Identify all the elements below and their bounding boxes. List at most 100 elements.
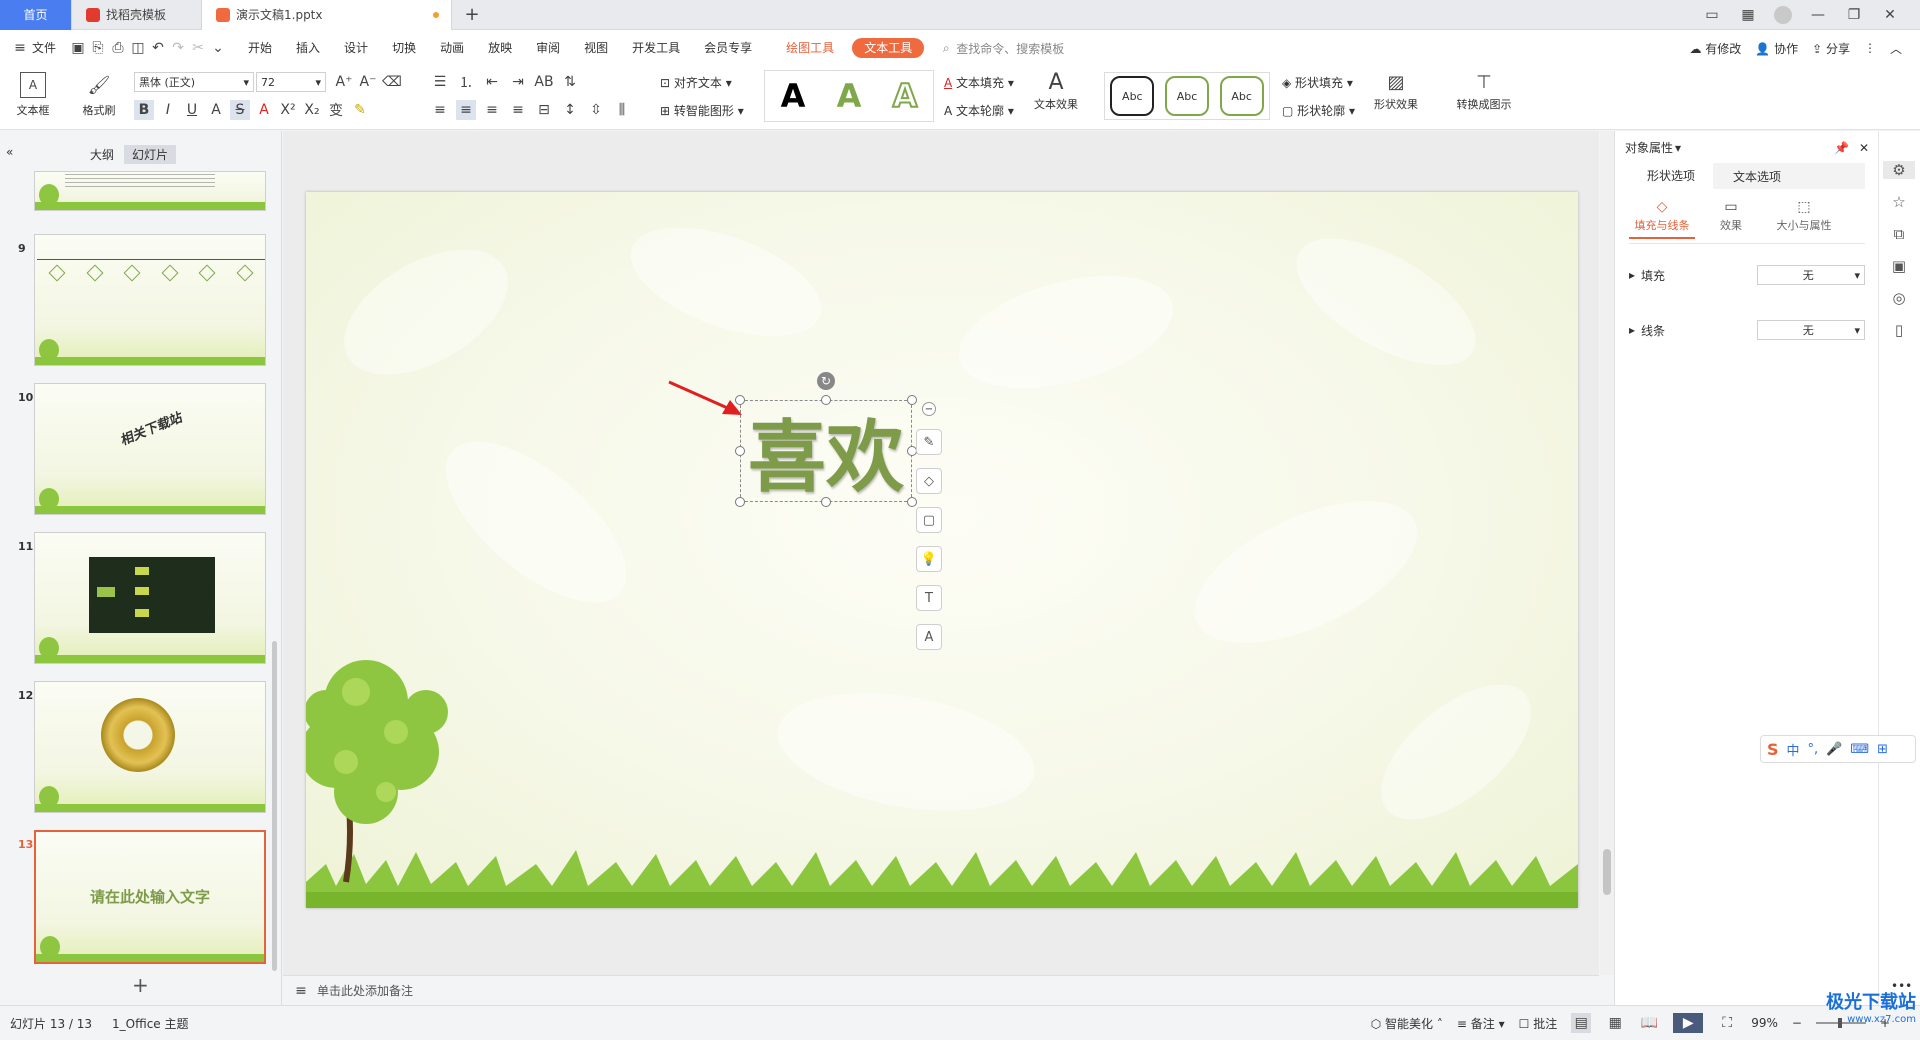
menu-tab[interactable]: 会员专享: [692, 30, 764, 66]
restore-icon[interactable]: ❐: [1844, 5, 1864, 25]
slide-thumb-9[interactable]: [34, 234, 266, 366]
tab-shape-options[interactable]: 形状选项: [1629, 163, 1714, 189]
line-select[interactable]: 无 ▾: [1757, 320, 1865, 340]
menu-tab[interactable]: 插入: [284, 30, 332, 66]
canvas-scroll-thumb[interactable]: [1603, 849, 1611, 895]
menu-tab[interactable]: 开发工具: [620, 30, 692, 66]
collapse-toolbar-icon[interactable]: −: [922, 402, 936, 416]
mic-icon[interactable]: 🎤: [1826, 742, 1842, 757]
resize-handle[interactable]: [907, 497, 917, 507]
fill-bucket-icon[interactable]: ◇: [916, 468, 942, 494]
slide-thumb-11[interactable]: [34, 532, 266, 664]
outline-box-icon[interactable]: ▢: [916, 507, 942, 533]
ime-toolbar[interactable]: S 中 °, 🎤 ⌨ ⊞: [1760, 735, 1916, 763]
text-outline-button[interactable]: A 文本轮廓 ▾: [944, 102, 1014, 119]
panel-title[interactable]: 对象属性: [1625, 139, 1673, 156]
convert-text-icon[interactable]: T: [916, 585, 942, 611]
export-icon[interactable]: ⎘: [88, 38, 108, 58]
notes-bar[interactable]: ≡ 单击此处添加备注: [283, 975, 1599, 1005]
align-center-icon[interactable]: ≡: [456, 100, 476, 120]
eraser-icon[interactable]: ⌫: [382, 72, 402, 92]
lightbulb-icon[interactable]: 💡: [916, 546, 942, 572]
notes-placeholder[interactable]: 单击此处添加备注: [317, 982, 413, 999]
preview-icon[interactable]: ◫: [128, 38, 148, 58]
layout-icon[interactable]: ▭: [1702, 5, 1722, 25]
slide-main-text[interactable]: 喜欢: [740, 400, 912, 503]
menu-tab[interactable]: 放映: [476, 30, 524, 66]
strikethrough-icon[interactable]: S: [230, 100, 250, 120]
shape-style-3[interactable]: Abc: [1219, 76, 1264, 116]
phonetic-icon[interactable]: 变: [326, 100, 346, 120]
punct-icon[interactable]: °,: [1808, 742, 1819, 757]
copy-icon[interactable]: ⧉: [1894, 225, 1905, 243]
text-effect-float-icon[interactable]: A: [916, 624, 942, 650]
tab-document[interactable]: 演示文稿1.pptx: [202, 0, 452, 30]
fill-row[interactable]: ▸ 填充 无 ▾: [1629, 265, 1865, 285]
more-icon[interactable]: ⌄: [208, 38, 228, 58]
outline-a-icon[interactable]: A: [206, 100, 226, 120]
tab-template[interactable]: 找稻壳模板: [72, 0, 202, 30]
pin-icon[interactable]: 📌: [1834, 141, 1849, 155]
menu-file[interactable]: 文件: [30, 30, 68, 66]
indent-decrease-icon[interactable]: ⇤: [482, 72, 502, 92]
subtab-effect[interactable]: ▭ 效果: [1711, 197, 1751, 233]
keyboard-icon[interactable]: ⌨: [1850, 742, 1869, 757]
menu-text-tools[interactable]: 文本工具: [852, 38, 925, 58]
play-icon[interactable]: ▶: [1673, 1013, 1704, 1033]
convert-diagram-button[interactable]: ⊤ 转换成图示: [1446, 72, 1522, 112]
subscript-icon[interactable]: X₂: [302, 100, 322, 120]
text-direction-icon[interactable]: AB: [534, 72, 554, 92]
underline-icon[interactable]: U: [182, 100, 202, 120]
indent-increase-icon[interactable]: ⇥: [508, 72, 528, 92]
sort-icon[interactable]: ⇅: [560, 72, 580, 92]
subtab-fill-line[interactable]: ◇ 填充与线条: [1629, 197, 1695, 239]
normal-view-icon[interactable]: ▤: [1571, 1013, 1592, 1033]
text-effect-button[interactable]: A 文本效果: [1028, 70, 1084, 112]
shrink-font-icon[interactable]: A⁻: [358, 72, 378, 92]
font-color-icon[interactable]: A: [254, 100, 274, 120]
notes-button[interactable]: ≡ 备注 ▾: [1457, 1015, 1505, 1032]
resize-handle[interactable]: [907, 395, 917, 405]
align-text-button[interactable]: ⊡ 对齐文本 ▾: [660, 74, 732, 91]
close-icon[interactable]: ✕: [1880, 5, 1900, 25]
location-icon[interactable]: ◎: [1892, 289, 1905, 307]
font-size-select[interactable]: 72 ▾: [256, 72, 326, 92]
format-painter-button[interactable]: 🖌 格式刷: [76, 72, 122, 118]
justify-icon[interactable]: ≡: [508, 100, 528, 120]
redo-icon[interactable]: ↷: [168, 38, 188, 58]
italic-icon[interactable]: I: [158, 100, 178, 120]
menu-tab[interactable]: 设计: [332, 30, 380, 66]
number-list-icon[interactable]: ⒈: [456, 72, 476, 92]
shape-fill-button[interactable]: ◈ 形状填充 ▾: [1282, 74, 1353, 91]
subtab-size[interactable]: ⬚ 大小与属性: [1769, 197, 1839, 233]
properties-icon[interactable]: ⚙: [1883, 161, 1915, 179]
highlight-icon[interactable]: ✎: [350, 100, 370, 120]
undo-icon[interactable]: ↶: [148, 38, 168, 58]
collapse-panel-icon[interactable]: «: [6, 145, 13, 159]
slide[interactable]: 喜欢 ↻ − ✎ ◇ ▢ 💡 T A: [306, 192, 1578, 908]
fit-icon[interactable]: ⛶: [1717, 1013, 1737, 1033]
theme-name[interactable]: 1_Office 主题: [112, 1015, 188, 1032]
para-spacing-icon[interactable]: ⇳: [586, 100, 606, 120]
bullet-list-icon[interactable]: ☰: [430, 72, 450, 92]
comment-button[interactable]: ☐ 批注: [1519, 1015, 1558, 1032]
menu-tab[interactable]: 开始: [236, 30, 284, 66]
superscript-icon[interactable]: X²: [278, 100, 298, 120]
pen-icon[interactable]: ✎: [916, 429, 942, 455]
sorter-view-icon[interactable]: ▦: [1605, 1013, 1625, 1033]
tab-text-options[interactable]: 文本选项: [1713, 168, 1801, 185]
tab-slides[interactable]: 幻灯片: [124, 145, 177, 164]
slide-thumb-12[interactable]: [34, 681, 266, 813]
grid-icon[interactable]: ▦: [1738, 5, 1758, 25]
shape-style-2[interactable]: Abc: [1164, 76, 1209, 116]
rotate-handle-icon[interactable]: ↻: [817, 372, 835, 390]
apps-icon[interactable]: ⊞: [1877, 742, 1888, 757]
menu-tab[interactable]: 动画: [428, 30, 476, 66]
avatar[interactable]: [1774, 5, 1792, 24]
bold-icon[interactable]: B: [134, 100, 154, 120]
resize-handle[interactable]: [821, 497, 831, 507]
collapse-ribbon-icon[interactable]: ︿: [1890, 40, 1902, 57]
shape-style-1[interactable]: Abc: [1110, 76, 1155, 116]
textbox-button[interactable]: A 文本框: [10, 72, 56, 118]
add-slide-icon[interactable]: +: [132, 973, 149, 997]
